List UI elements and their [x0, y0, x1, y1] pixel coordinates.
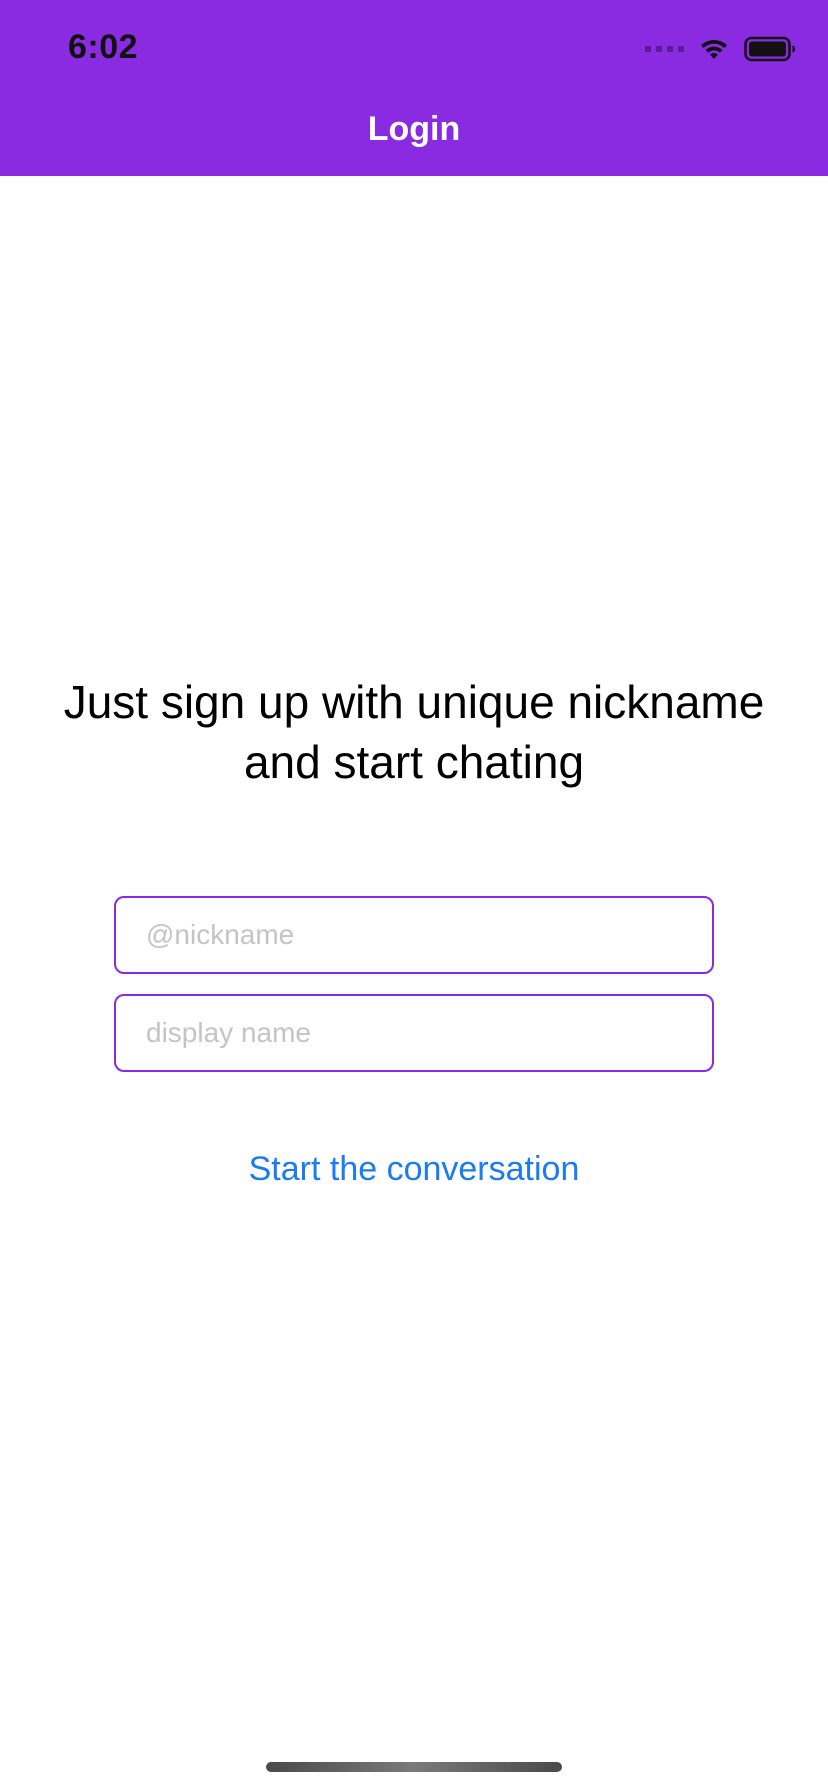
battery-icon [744, 36, 795, 62]
display-name-field[interactable] [114, 994, 714, 1072]
login-screen: 6:02 Login Just sign up with unique nick… [0, 0, 828, 1792]
wifi-icon [701, 40, 727, 59]
display-name-input[interactable] [116, 996, 712, 1070]
nickname-field[interactable] [114, 896, 714, 974]
nickname-input[interactable] [116, 898, 712, 972]
status-time: 6:02 [68, 28, 139, 66]
signup-headline: Just sign up with unique nickname and st… [63, 676, 765, 788]
navigation-bar: 6:02 Login [0, 0, 828, 176]
status-icons [645, 36, 796, 62]
signal-icon [645, 46, 684, 52]
page-title: Login [367, 110, 461, 148]
home-indicator[interactable] [266, 1762, 562, 1772]
start-conversation-button[interactable]: Start the conversation [0, 1150, 828, 1189]
